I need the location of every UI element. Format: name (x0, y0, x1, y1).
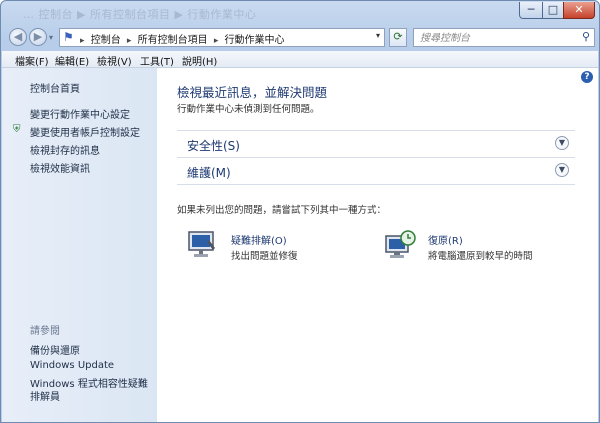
see-also-label: 請參閱 (30, 326, 60, 337)
minimize-button[interactable]: ─ (519, 2, 543, 19)
search-box[interactable]: ⚲ (413, 28, 595, 47)
section-security-label[interactable]: 安全性(S) (187, 137, 240, 154)
recovery-desc: 將電腦還原到較早的時間 (428, 251, 533, 262)
sidebar: 控制台首頁 變更行動作業中心設定 ⛨ 變更使用者帳戶控制設定 檢視封存的訊息 檢… (2, 68, 157, 422)
menu-file[interactable]: 檔案(F) (15, 53, 49, 68)
section-security[interactable]: 安全性(S) ▼ (177, 130, 575, 157)
address-bar[interactable]: ⚑ ▸ 控制台 ▸ 所有控制台項目 ▸ 行動作業中心 ▾ (59, 28, 385, 47)
menu-tools[interactable]: 工具(T) (140, 53, 174, 68)
back-button[interactable]: ◀ (9, 28, 27, 46)
sidebar-windows-update[interactable]: Windows Update (30, 360, 114, 371)
recent-pages-dropdown[interactable]: ▾ (49, 33, 53, 42)
search-input[interactable] (418, 30, 572, 46)
sidebar-view-performance-info[interactable]: 檢視效能資訊 (30, 160, 90, 175)
breadcrumb-separator[interactable]: ▸ (80, 36, 85, 46)
recovery-link[interactable]: 復原(R) (428, 232, 463, 247)
flag-icon: ⚑ (63, 30, 74, 44)
refresh-button[interactable]: ⟳ (389, 28, 407, 47)
sidebar-change-uac-settings[interactable]: 變更使用者帳戶控制設定 (30, 124, 140, 139)
breadcrumb-separator[interactable]: ▸ (127, 36, 132, 46)
sidebar-change-action-center-settings[interactable]: 變更行動作業中心設定 (30, 106, 130, 121)
navigation-bar: ◀ ▶ ▾ ⚑ ▸ 控制台 ▸ 所有控制台項目 ▸ 行動作業中心 ▾ ⟳ ⚲ (1, 25, 599, 51)
chevron-down-icon[interactable]: ▼ (555, 163, 569, 177)
section-maintenance-label[interactable]: 維護(M) (187, 164, 231, 181)
menu-view[interactable]: 檢視(V) (97, 53, 132, 68)
main-content: ? 檢視最近訊息，並解決問題 行動作業中心未偵測到任何問題。 安全性(S) ▼ … (157, 68, 598, 422)
status-message: 行動作業中心未偵測到任何問題。 (177, 104, 320, 115)
menu-edit[interactable]: 編輯(E) (55, 53, 89, 68)
shield-icon: ⛨ (13, 124, 21, 135)
troubleshoot-link[interactable]: 疑難排解(O) (231, 232, 287, 247)
breadcrumb-separator[interactable]: ▸ (214, 36, 219, 46)
sidebar-control-panel-home[interactable]: 控制台首頁 (30, 80, 80, 95)
troubleshoot-icon (188, 231, 215, 257)
menu-help[interactable]: 說明(H) (182, 53, 217, 68)
sidebar-compat-troubleshooter[interactable]: Windows 程式相容性疑難排解員 (30, 378, 155, 404)
forward-button[interactable]: ▶ (29, 28, 47, 46)
title-bar: … 控制台 ▶ 所有控制台項目 ▶ 行動作業中心 ─ □ ✕ (1, 1, 599, 25)
window: … 控制台 ▶ 所有控制台項目 ▶ 行動作業中心 ─ □ ✕ ◀ ▶ ▾ ⚑ ▸… (0, 0, 600, 423)
close-button[interactable]: ✕ (563, 2, 595, 19)
recovery-icon (385, 230, 416, 258)
window-title: … 控制台 ▶ 所有控制台項目 ▶ 行動作業中心 (23, 8, 257, 21)
page-title: 檢視最近訊息，並解決問題 (177, 85, 328, 100)
breadcrumb-control-panel[interactable]: 控制台 (91, 35, 121, 46)
breadcrumb-all-items[interactable]: 所有控制台項目 (138, 35, 208, 46)
address-dropdown[interactable]: ▾ (376, 31, 380, 40)
help-icon[interactable]: ? (581, 71, 593, 83)
search-icon[interactable]: ⚲ (582, 30, 590, 43)
sidebar-backup-restore[interactable]: 備份與還原 (30, 342, 80, 357)
troubleshoot-desc: 找出問題並修復 (231, 251, 298, 262)
section-maintenance[interactable]: 維護(M) ▼ (177, 157, 575, 185)
maximize-button[interactable]: □ (542, 2, 564, 19)
menu-bar: 檔案(F) 編輯(E) 檢視(V) 工具(T) 說明(H) (2, 51, 598, 68)
breadcrumb-action-center[interactable]: 行動作業中心 (225, 35, 285, 46)
hint-text: 如果未列出您的問題，請嘗試下列其中一種方式： (177, 205, 387, 216)
breadcrumb: ▸ 控制台 ▸ 所有控制台項目 ▸ 行動作業中心 (80, 31, 288, 46)
chevron-down-icon[interactable]: ▼ (555, 136, 569, 150)
sidebar-view-archived-messages[interactable]: 檢視封存的訊息 (30, 142, 100, 157)
